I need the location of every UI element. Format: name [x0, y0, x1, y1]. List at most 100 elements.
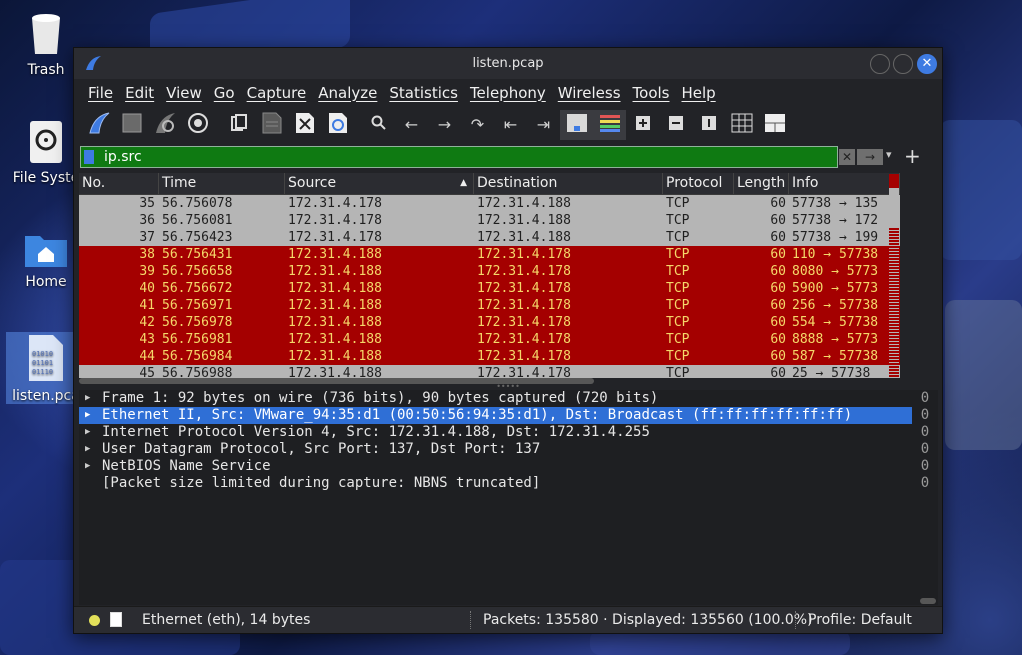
packet-time: 56.756672: [162, 281, 233, 296]
detail-row-ethernet[interactable]: ▶ Ethernet II, Src: VMware_94:35:d1 (00:5…: [79, 407, 912, 424]
maximize-button[interactable]: [893, 54, 913, 74]
start-capture-button[interactable]: [82, 110, 115, 140]
apply-filter-button[interactable]: →: [857, 149, 883, 165]
bookmark-icon[interactable]: [84, 150, 94, 164]
go-to-packet-button[interactable]: ↷: [461, 110, 494, 140]
last-packet-button[interactable]: ⇥: [527, 110, 560, 140]
menu-analyze[interactable]: Analyze: [312, 84, 383, 102]
autoscroll-button[interactable]: [560, 109, 593, 140]
packet-time: 56.756978: [162, 315, 233, 330]
menu-statistics[interactable]: Statistics: [383, 84, 464, 102]
expand-arrow-icon[interactable]: ▶: [85, 390, 90, 407]
packet-row[interactable]: 44 56.756984 172.31.4.188 172.31.4.178 TCP 60…: [79, 348, 900, 365]
menu-telephony[interactable]: Telephony: [464, 84, 552, 102]
normal-size-button[interactable]: [692, 110, 725, 140]
column-header-source[interactable]: Source ▲: [285, 173, 474, 194]
status-separator: [470, 611, 472, 629]
open-file-button[interactable]: [222, 110, 255, 140]
packet-length: 60: [770, 315, 786, 330]
menu-go[interactable]: Go: [208, 84, 241, 102]
packet-no: 45: [139, 366, 155, 378]
shark-fin-icon: [88, 112, 110, 138]
svg-text:01010: 01010: [32, 350, 53, 358]
expand-arrow-icon[interactable]: ▶: [85, 441, 90, 458]
packet-row[interactable]: 40 56.756672 172.31.4.188 172.31.4.178 TCP 60…: [79, 280, 900, 297]
zoom-in-button[interactable]: [626, 110, 659, 140]
display-filter-input[interactable]: ip.src: [80, 146, 838, 168]
detail-row-frame[interactable]: ▶ Frame 1: 92 bytes on wire (736 bits), 9…: [79, 390, 912, 407]
restart-capture-button[interactable]: [148, 110, 181, 140]
find-packet-button[interactable]: [362, 110, 395, 140]
status-profile[interactable]: Profile: Default: [808, 612, 912, 628]
packet-row[interactable]: 41 56.756971 172.31.4.188 172.31.4.178 TCP 60…: [79, 297, 900, 314]
menu-help[interactable]: Help: [675, 84, 721, 102]
column-header-source-label: Source: [288, 175, 337, 191]
packet-row[interactable]: 43 56.756981 172.31.4.188 172.31.4.178 TCP 60…: [79, 331, 900, 348]
column-header-info[interactable]: Info: [789, 173, 900, 194]
minimize-button[interactable]: [870, 54, 890, 74]
detail-row-udp[interactable]: ▶ User Datagram Protocol, Src Port: 137, …: [79, 441, 912, 458]
previous-packet-button[interactable]: ←: [395, 110, 428, 140]
column-header-no[interactable]: No.: [79, 173, 159, 194]
bytes-scrollbar[interactable]: [920, 598, 936, 604]
expand-arrow-icon[interactable]: ▶: [85, 458, 90, 475]
packet-rows: 35 56.756078 172.31.4.178 172.31.4.188 TCP 60…: [79, 195, 900, 378]
expand-arrow-icon[interactable]: ▶: [85, 407, 90, 424]
packet-time: 56.756078: [162, 196, 233, 211]
menu-tools[interactable]: Tools: [627, 84, 676, 102]
window-title: listen.pcap: [472, 56, 544, 71]
pane-splitter[interactable]: •••••: [74, 383, 942, 391]
packet-no: 40: [139, 281, 155, 296]
detail-row-nbns[interactable]: ▶ NetBIOS Name Service: [79, 458, 912, 475]
next-packet-button[interactable]: →: [428, 110, 461, 140]
column-header-protocol[interactable]: Protocol: [663, 173, 734, 194]
menu-wireless[interactable]: Wireless: [552, 84, 627, 102]
packet-row[interactable]: 36 56.756081 172.31.4.178 172.31.4.188 TCP 60…: [79, 212, 900, 229]
menu-edit[interactable]: Edit: [119, 84, 160, 102]
close-button[interactable]: ✕: [917, 54, 937, 74]
packet-row[interactable]: 39 56.756658 172.31.4.188 172.31.4.178 TCP 60…: [79, 263, 900, 280]
packet-row[interactable]: 35 56.756078 172.31.4.178 172.31.4.188 TCP 60…: [79, 195, 900, 212]
save-file-icon: [262, 112, 282, 138]
column-header-time[interactable]: Time: [159, 173, 285, 194]
filter-history-dropdown[interactable]: ▾: [886, 148, 892, 161]
packet-details-tree[interactable]: ▶ Frame 1: 92 bytes on wire (736 bits), 9…: [79, 390, 912, 605]
packet-info: 587 → 57738: [792, 349, 879, 364]
packet-bytes-pane[interactable]: 0 0 0 0 0 0: [912, 390, 938, 605]
layout-button[interactable]: [758, 110, 791, 140]
menu-file[interactable]: File: [82, 84, 119, 102]
save-file-button[interactable]: [255, 110, 288, 140]
detail-row-truncated[interactable]: [Packet size limited during capture: NBN…: [79, 475, 912, 492]
packet-length: 60: [770, 196, 786, 211]
add-filter-button[interactable]: +: [904, 144, 921, 168]
column-header-length[interactable]: Length: [734, 173, 789, 194]
capture-comment-icon[interactable]: [110, 612, 122, 627]
packet-protocol: TCP: [666, 196, 690, 211]
zoom-out-button[interactable]: [659, 110, 692, 140]
packet-minimap[interactable]: [889, 174, 899, 377]
detail-row-ipv4[interactable]: ▶ Internet Protocol Version 4, Src: 172.3…: [79, 424, 912, 441]
reload-file-button[interactable]: [321, 110, 354, 140]
packet-row[interactable]: 37 56.756423 172.31.4.178 172.31.4.188 TCP 60…: [79, 229, 900, 246]
detail-text: User Datagram Protocol, Src Port: 137, D…: [102, 441, 541, 457]
trash-icon: [29, 12, 63, 56]
menu-view[interactable]: View: [160, 84, 208, 102]
clear-filter-button[interactable]: ✕: [839, 149, 855, 165]
packet-row[interactable]: 42 56.756978 172.31.4.188 172.31.4.178 TCP 60…: [79, 314, 900, 331]
close-file-button[interactable]: [288, 110, 321, 140]
colorize-button[interactable]: [593, 109, 626, 140]
packet-length: 60: [770, 349, 786, 364]
packet-row[interactable]: 45 56.756988 172.31.4.188 172.31.4.178 TCP 60…: [79, 365, 900, 378]
first-packet-button[interactable]: ⇤: [494, 110, 527, 140]
packet-row[interactable]: 38 56.756431 172.31.4.188 172.31.4.178 TCP 60…: [79, 246, 900, 263]
title-bar[interactable]: listen.pcap ✕: [74, 48, 942, 79]
column-header-destination[interactable]: Destination: [474, 173, 663, 194]
capture-options-button[interactable]: [181, 110, 214, 140]
stop-capture-button[interactable]: [115, 110, 148, 140]
resize-columns-button[interactable]: [725, 110, 758, 140]
expert-info-led-icon[interactable]: [89, 615, 100, 626]
packet-list[interactable]: No. Time Source ▲ Destination Protocol Le…: [79, 173, 900, 378]
packet-source: 172.31.4.188: [288, 349, 382, 364]
menu-capture[interactable]: Capture: [241, 84, 313, 102]
expand-arrow-icon[interactable]: ▶: [85, 424, 90, 441]
